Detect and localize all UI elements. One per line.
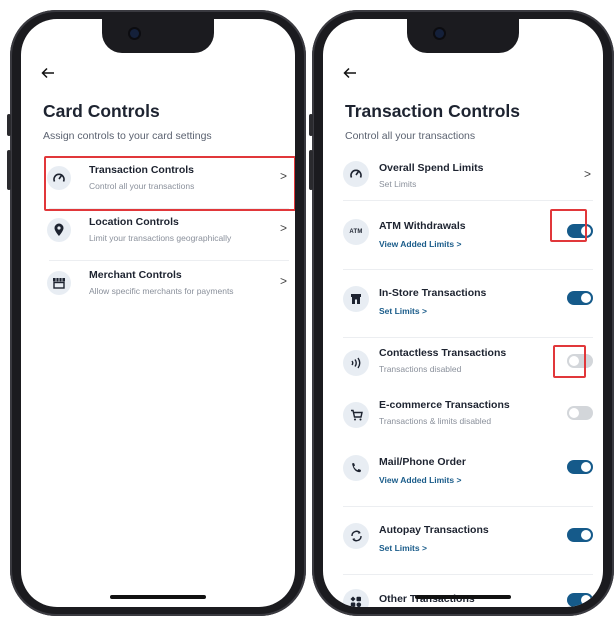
cart-icon xyxy=(343,402,369,428)
in-store-transactions-toggle[interactable] xyxy=(567,291,593,305)
item-description: Allow specific merchants for payments xyxy=(89,286,234,296)
divider xyxy=(343,337,593,338)
phone-icon xyxy=(343,455,369,481)
home-indicator xyxy=(415,595,511,599)
toggle-knob xyxy=(581,530,591,540)
item-description: Set Limits xyxy=(379,179,417,189)
divider xyxy=(343,574,593,575)
menu-item-autopay-transactions: Autopay Transactions Set Limits > xyxy=(343,521,593,575)
toggle-knob xyxy=(581,462,591,472)
mail-phone-order-toggle[interactable] xyxy=(567,460,593,474)
arrow-left-icon[interactable] xyxy=(41,67,55,79)
highlight-box xyxy=(553,345,586,378)
menu-item-in-store-transactions: In-Store Transactions Set Limits > xyxy=(343,284,593,338)
item-description: Transactions disabled xyxy=(379,364,462,374)
mute-switch xyxy=(7,114,11,136)
chevron-right-icon: > xyxy=(279,221,287,235)
toggle-knob xyxy=(581,293,591,303)
contactless-icon xyxy=(343,350,369,376)
atm-icon: ATM xyxy=(343,219,369,245)
view-added-limits-link[interactable]: View Added Limits > xyxy=(379,239,461,249)
divider xyxy=(343,200,593,201)
item-description: Transactions & limits disabled xyxy=(379,416,492,426)
notch xyxy=(407,19,519,53)
arrow-left-icon[interactable] xyxy=(343,67,357,79)
item-description: Limit your transactions geographically xyxy=(89,233,232,243)
page-subtitle: Assign controls to your card settings xyxy=(43,130,212,142)
notch xyxy=(102,19,214,53)
page-title: Transaction Controls xyxy=(345,101,521,121)
toggle-knob xyxy=(581,595,591,605)
set-limits-link[interactable]: Set Limits > xyxy=(379,306,427,316)
store-icon xyxy=(343,286,369,312)
phone-frame-transaction-controls: Transaction Controls Control all your tr… xyxy=(309,10,614,616)
menu-item-ecommerce-transactions: E-commerce Transactions Transactions & l… xyxy=(343,396,593,436)
other-transactions-toggle[interactable] xyxy=(567,593,593,607)
camera xyxy=(130,29,139,38)
speedometer-icon xyxy=(343,161,369,187)
menu-item-merchant-controls[interactable]: Merchant Controls Allow specific merchan… xyxy=(41,262,293,314)
menu-item-overall-spend-limits[interactable]: Overall Spend Limits Set Limits > xyxy=(343,159,593,201)
store-icon xyxy=(47,271,71,295)
item-label: Location Controls xyxy=(89,216,179,228)
item-label: In-Store Transactions xyxy=(379,287,487,299)
page-subtitle: Control all your transactions xyxy=(345,130,476,142)
transaction-controls-screen: Transaction Controls Control all your tr… xyxy=(323,19,603,607)
mute-switch xyxy=(309,114,313,136)
set-limits-link[interactable]: Set Limits > xyxy=(379,543,427,553)
highlight-box xyxy=(550,209,587,242)
autopay-transactions-toggle[interactable] xyxy=(567,528,593,542)
chevron-right-icon: > xyxy=(583,167,591,181)
item-label: ATM Withdrawals xyxy=(379,220,466,232)
phone-frame-card-controls: Card Controls Assign controls to your ca… xyxy=(7,10,306,616)
autopay-icon xyxy=(343,523,369,549)
toggle-knob xyxy=(569,408,579,418)
card-controls-screen: Card Controls Assign controls to your ca… xyxy=(21,19,295,607)
camera xyxy=(435,29,444,38)
item-label: Merchant Controls xyxy=(89,269,182,281)
location-pin-icon xyxy=(47,218,71,242)
view-added-limits-link[interactable]: View Added Limits > xyxy=(379,475,461,485)
page-title: Card Controls xyxy=(43,101,160,121)
item-label: E-commerce Transactions xyxy=(379,399,510,411)
volume-up-button xyxy=(309,150,313,190)
ecommerce-transactions-toggle[interactable] xyxy=(567,406,593,420)
divider xyxy=(49,260,289,261)
item-label: Mail/Phone Order xyxy=(379,456,466,468)
item-label: Overall Spend Limits xyxy=(379,162,484,174)
menu-item-mail-phone-order: Mail/Phone Order View Added Limits > xyxy=(343,453,593,507)
volume-up-button xyxy=(7,150,11,190)
divider xyxy=(343,506,593,507)
chevron-right-icon: > xyxy=(279,274,287,288)
menu-item-location-controls[interactable]: Location Controls Limit your transaction… xyxy=(41,209,293,261)
item-label: Autopay Transactions xyxy=(379,524,489,536)
item-label: Contactless Transactions xyxy=(379,347,507,359)
grid-icon xyxy=(343,589,369,607)
highlight-box xyxy=(44,156,295,211)
divider xyxy=(343,269,593,270)
home-indicator xyxy=(110,595,206,599)
